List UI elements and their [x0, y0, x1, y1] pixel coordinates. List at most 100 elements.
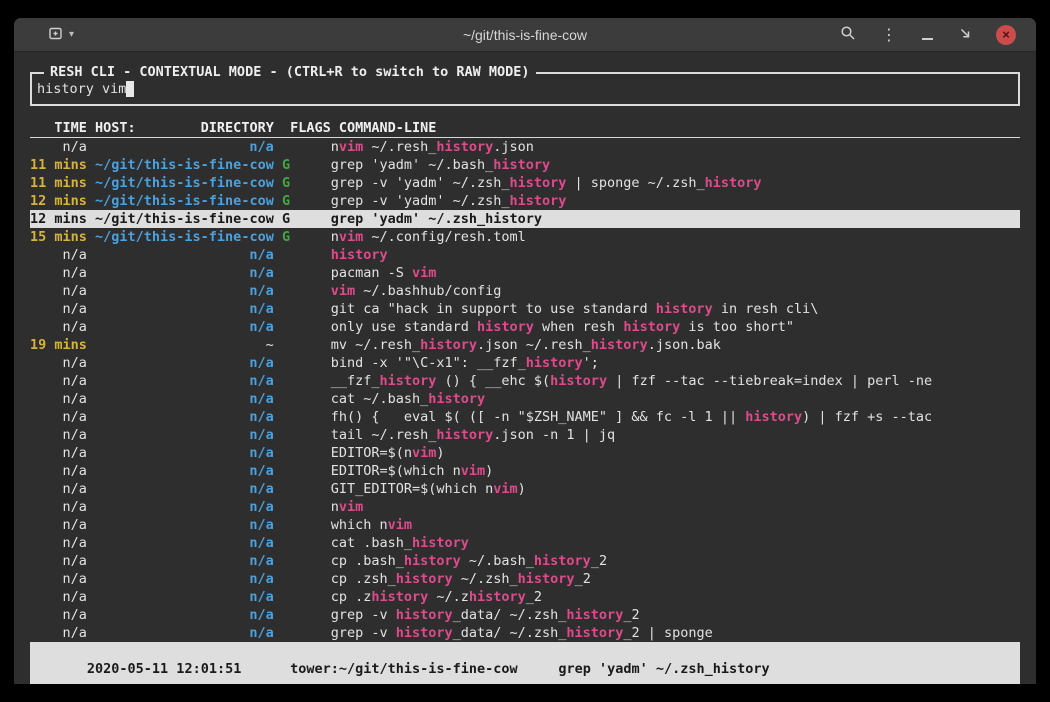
history-row[interactable]: n/an/a__fzf_history () { __ehc $(history… [30, 372, 1020, 390]
row-command: only use standard history when resh hist… [331, 318, 794, 336]
row-command: __fzf_history () { __ehc $(history | fzf… [331, 372, 933, 390]
cmd-match-highlight: history [534, 553, 591, 569]
cmd-text: EDITOR=$(which n [331, 463, 461, 479]
minimize-icon [922, 38, 933, 40]
table-header: TIMEHOST: DIRECTORY FLAGSCOMMAND-LINE [30, 119, 1020, 138]
row-time: n/a [30, 588, 87, 606]
row-directory: n/a [95, 408, 274, 426]
cmd-text: cp .zsh_ [331, 571, 396, 587]
row-directory: ~/git/this-is-fine-cow [95, 156, 274, 174]
cmd-match-highlight: history [566, 607, 623, 623]
search-button[interactable] [838, 23, 858, 46]
row-directory: n/a [95, 246, 274, 264]
history-row[interactable]: n/an/avim ~/.bashhub/config [30, 282, 1020, 300]
cmd-match-highlight: vim [339, 229, 363, 245]
row-command: grep -v 'yadm' ~/.zsh_history [331, 192, 567, 210]
row-directory: n/a [95, 390, 274, 408]
chevron-down-icon: ▾ [69, 29, 74, 40]
row-directory: n/a [95, 354, 274, 372]
history-row[interactable]: n/an/agrep -v history_data/ ~/.zsh_histo… [30, 624, 1020, 642]
cmd-text: grep 'yadm' ~/.zsh_ [331, 211, 485, 227]
history-row[interactable]: n/an/aEDITOR=$(nvim) [30, 444, 1020, 462]
history-row[interactable]: n/an/ahistory [30, 246, 1020, 264]
cmd-text: mv ~/.resh_ [331, 337, 420, 353]
cmd-text: GIT_EDITOR=$(which n [331, 481, 494, 497]
cmd-text: cat .bash_ [331, 535, 412, 551]
row-time: n/a [30, 264, 87, 282]
history-row[interactable]: n/an/aEDITOR=$(which nvim) [30, 462, 1020, 480]
row-command: grep -v history_data/ ~/.zsh_history_2 |… [331, 624, 713, 642]
cmd-text: _data/ ~/.zsh_ [453, 625, 567, 641]
cmd-match-highlight: vim [493, 481, 517, 497]
cmd-match-highlight: history [331, 247, 388, 263]
cmd-text: .json.bak [648, 337, 721, 353]
history-row[interactable]: 15 mins~/git/this-is-fine-cowGnvim ~/.co… [30, 228, 1020, 246]
cmd-text: _2 [623, 607, 639, 623]
cmd-match-highlight: history [510, 193, 567, 209]
close-button[interactable]: × [996, 25, 1016, 45]
history-row[interactable]: n/an/acp .bash_history ~/.bash_history_2 [30, 552, 1020, 570]
close-icon: × [1002, 25, 1010, 45]
cmd-text: _2 [575, 571, 591, 587]
history-row[interactable]: n/an/afh() { eval $( ([ -n "$ZSH_NAME" ]… [30, 408, 1020, 426]
history-row[interactable]: 11 mins~/git/this-is-fine-cowGgrep -v 'y… [30, 174, 1020, 192]
cmd-match-highlight: history [485, 211, 542, 227]
minimize-button[interactable] [920, 28, 935, 42]
cmd-text: ) [436, 445, 444, 461]
history-row[interactable]: n/an/atail ~/.resh_history.json -n 1 | j… [30, 426, 1020, 444]
cmd-text: grep -v 'yadm' ~/.zsh_ [331, 175, 510, 191]
history-row[interactable]: n/an/awhich nvim [30, 516, 1020, 534]
row-command: grep -v 'yadm' ~/.zsh_history | sponge ~… [331, 174, 762, 192]
new-tab-icon [48, 26, 64, 44]
cmd-match-highlight: history [396, 625, 453, 641]
search-box[interactable]: RESH CLI - CONTEXTUAL MODE - (CTRL+R to … [30, 72, 1020, 106]
cmd-text: git ca "hack in support to use standard [331, 301, 656, 317]
restore-button[interactable] [956, 24, 975, 46]
history-row[interactable]: n/an/acp .zsh_history ~/.zsh_history_2 [30, 570, 1020, 588]
cmd-text: grep -v 'yadm' ~/.zsh_ [331, 193, 510, 209]
row-command: bind -x '"\C-x1": __fzf_history'; [331, 354, 599, 372]
history-row[interactable]: n/an/apacman -S vim [30, 264, 1020, 282]
row-command: nvim ~/.config/resh.toml [331, 228, 526, 246]
cmd-text: cat ~/.bash_ [331, 391, 429, 407]
new-tab-button[interactable]: ▾ [46, 24, 76, 46]
row-directory: ~ [95, 336, 274, 354]
history-row[interactable]: n/an/aGIT_EDITOR=$(which nvim) [30, 480, 1020, 498]
cmd-match-highlight: history [591, 337, 648, 353]
menu-button[interactable]: ⋮ [879, 25, 899, 45]
history-row[interactable]: n/an/acat ~/.bash_history [30, 390, 1020, 408]
cmd-text: fh() { eval $( ([ -n "$ZSH_NAME" ] && fc… [331, 409, 746, 425]
row-command: git ca "hack in support to use standard … [331, 300, 819, 318]
cmd-text: _2 [591, 553, 607, 569]
history-row[interactable]: n/an/acp .zhistory ~/.zhistory_2 [30, 588, 1020, 606]
search-input[interactable]: history vim [37, 80, 126, 98]
row-time: n/a [30, 516, 87, 534]
cmd-match-highlight: history [550, 373, 607, 389]
history-row[interactable]: 11 mins~/git/this-is-fine-cowGgrep 'yadm… [30, 156, 1020, 174]
row-directory: n/a [95, 444, 274, 462]
row-command: EDITOR=$(which nvim) [331, 462, 494, 480]
row-time: n/a [30, 606, 87, 624]
history-row[interactable]: n/an/agrep -v history_data/ ~/.zsh_histo… [30, 606, 1020, 624]
cmd-text: ) [518, 481, 526, 497]
history-row[interactable]: 19 mins~mv ~/.resh_history.json ~/.resh_… [30, 336, 1020, 354]
history-row[interactable]: n/an/anvim ~/.resh_history.json [30, 138, 1020, 156]
row-command: cp .zhistory ~/.zhistory_2 [331, 588, 542, 606]
history-row[interactable]: n/an/anvim [30, 498, 1020, 516]
history-list: n/an/anvim ~/.resh_history.json11 mins~/… [30, 138, 1020, 642]
cmd-text: | sponge ~/.zsh_ [566, 175, 704, 191]
row-directory: n/a [95, 480, 274, 498]
history-row[interactable]: n/an/aonly use standard history when res… [30, 318, 1020, 336]
history-row[interactable]: n/an/acat .bash_history [30, 534, 1020, 552]
cmd-match-highlight: history [428, 391, 485, 407]
cmd-text: _2 [526, 589, 542, 605]
cmd-text: pacman -S [331, 265, 412, 281]
titlebar[interactable]: ▾ ~/git/this-is-fine-cow ⋮ × [14, 18, 1036, 52]
cmd-match-highlight: history [412, 535, 469, 551]
row-directory: n/a [95, 462, 274, 480]
history-row[interactable]: n/an/abind -x '"\C-x1": __fzf_history'; [30, 354, 1020, 372]
history-row[interactable]: 12 mins~/git/this-is-fine-cowGgrep -v 'y… [30, 192, 1020, 210]
history-row[interactable]: 12 mins~/git/this-is-fine-cowGgrep 'yadm… [30, 210, 1020, 228]
history-row[interactable]: n/an/agit ca "hack in support to use sta… [30, 300, 1020, 318]
kebab-menu-icon: ⋮ [881, 27, 897, 43]
